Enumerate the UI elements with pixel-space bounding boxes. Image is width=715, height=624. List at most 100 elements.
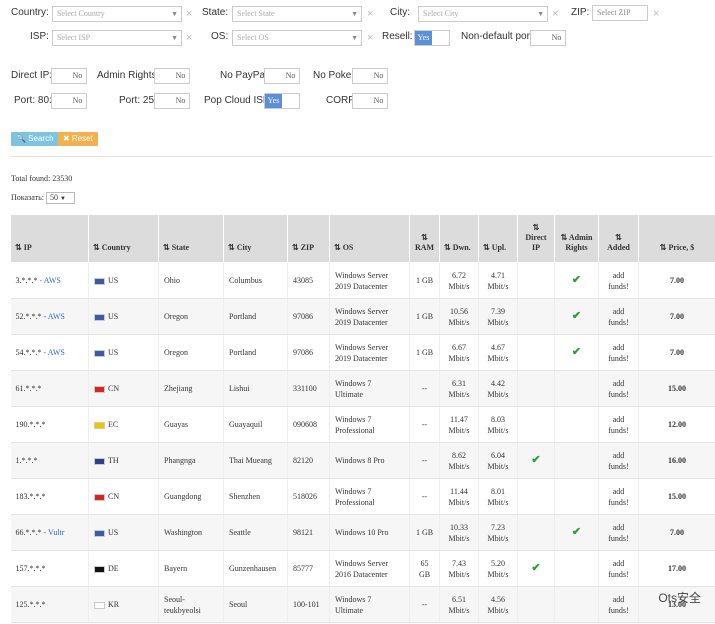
col-ip[interactable]: ⇅ IP — [10, 214, 89, 263]
price-cell[interactable]: 17.00 — [638, 550, 715, 587]
no-poker-toggle[interactable]: No — [352, 68, 388, 84]
ram-cell: -- — [409, 370, 440, 407]
clear-state-icon[interactable]: × — [367, 8, 373, 20]
isp-select[interactable]: Select ISP ▼ — [52, 30, 182, 46]
os-cell: Windows 7 Professional — [329, 478, 410, 515]
added-cell[interactable]: add funds! — [598, 370, 639, 407]
table-row[interactable]: 52.*.*.* - AWS US Oregon Portland 97086 Windo… — [10, 298, 715, 335]
city-cell: Thai Mueang — [223, 442, 288, 479]
added-cell[interactable]: add funds! — [598, 586, 639, 623]
table-row[interactable]: 157.*.*.* DE Bayern Gunzenhausen 85777 Window… — [10, 550, 715, 587]
state-select[interactable]: Select State ▼ — [232, 6, 362, 22]
state-cell: Seoul-teukbyeolsi — [158, 586, 224, 623]
zip-input[interactable]: Select ZIP — [592, 5, 648, 21]
added-cell[interactable]: add funds! — [598, 478, 639, 515]
col-upl[interactable]: ⇅ Upl. — [478, 214, 518, 263]
per-page-select[interactable]: 50 ▼ — [46, 192, 75, 204]
country-cell: DE — [88, 550, 159, 587]
table-row[interactable]: 61.*.*.* CN Zhejiang Lishui 331100 Windows 7U… — [10, 370, 715, 407]
non-default-port-toggle[interactable]: No — [530, 30, 566, 46]
admin-rights-toggle[interactable]: No — [154, 68, 190, 84]
table-row[interactable]: 1.*.*.* TH Phangnga Thai Mueang 82120 Windows… — [10, 442, 715, 479]
col-dwn[interactable]: ⇅ Dwn. — [439, 214, 479, 263]
col-admin-rights[interactable]: ⇅ Admin Rights — [554, 214, 599, 263]
price-cell[interactable]: 7.00 — [638, 334, 715, 371]
state-cell: Ohio — [158, 262, 224, 299]
country-select[interactable]: Select Country ▼ — [52, 6, 182, 22]
price-cell[interactable]: 7.00 — [638, 298, 715, 335]
added-cell[interactable]: add funds! — [598, 514, 639, 551]
isp-label: ISP: — [30, 31, 49, 42]
corp-toggle[interactable]: No — [352, 93, 388, 109]
col-price[interactable]: ⇅ Price, $ — [638, 214, 715, 263]
table-row[interactable]: 125.*.*.* KR Seoul-teukbyeolsi Seoul 100-101… — [10, 586, 715, 623]
added-cell[interactable]: add funds! — [598, 262, 639, 299]
clear-country-icon[interactable]: × — [186, 8, 192, 20]
added-cell[interactable]: add funds! — [598, 442, 639, 479]
os-select[interactable]: Select OS ▼ — [232, 30, 362, 46]
col-ram[interactable]: ⇅ RAM — [409, 214, 440, 263]
clear-os-icon[interactable]: × — [367, 32, 373, 44]
table-row[interactable]: 3.*.*.* - AWS US Ohio Columbus 43085 Windows … — [10, 262, 715, 299]
city-cell: Portland — [223, 334, 288, 371]
clear-isp-icon[interactable]: × — [186, 32, 192, 44]
upload-cell: 7.39 Mbit/s — [478, 298, 518, 335]
table-row[interactable]: 66.*.*.* - Vultr US Washington Seattle 98121… — [10, 514, 715, 551]
price-cell[interactable]: 7.00 — [638, 514, 715, 551]
download-cell: 6.67 Mbit/s — [439, 334, 479, 371]
flag-icon — [94, 493, 105, 501]
col-direct-ip[interactable]: ⇅ Direct IP — [517, 214, 555, 263]
price-cell[interactable]: 16.00 — [638, 442, 715, 479]
table-row[interactable]: 190.*.*.* EC Guayas Guayaquil 090608 Windows … — [10, 406, 715, 443]
clear-zip-icon[interactable]: × — [653, 8, 659, 20]
check-icon: ✔ — [571, 274, 582, 286]
table-row[interactable]: 54.*.*.* - AWS US Oregon Portland 97086 Windo… — [10, 334, 715, 371]
resell-toggle[interactable]: Yes — [414, 30, 450, 46]
city-cell: Gunzenhausen — [223, 550, 288, 587]
no-paypal-toggle[interactable]: No — [264, 68, 300, 84]
flag-icon — [94, 457, 105, 465]
col-country[interactable]: ⇅ Country — [88, 214, 159, 263]
col-added[interactable]: ⇅ Added — [598, 214, 639, 263]
price-cell[interactable]: 12.00 — [638, 406, 715, 443]
country-cell: EC — [88, 406, 159, 443]
reset-button[interactable]: ✖ Reset — [58, 132, 98, 146]
search-button[interactable]: 🔍 Search — [11, 132, 59, 146]
ip-cell: 157.*.*.* — [10, 550, 89, 587]
upload-cell: 6.04 Mbit/s — [478, 442, 518, 479]
port25-toggle[interactable]: No — [154, 93, 190, 109]
flag-icon — [94, 349, 105, 357]
upload-cell: 8.03 Mbit/s — [478, 406, 518, 443]
ip-cell: 54.*.*.* - AWS — [10, 334, 89, 371]
added-cell[interactable]: add funds! — [598, 406, 639, 443]
added-cell[interactable]: add funds! — [598, 334, 639, 371]
direct-ip-cell — [517, 298, 555, 335]
city-cell: Shenzhen — [223, 478, 288, 515]
port80-value: No — [72, 96, 83, 105]
ip-cell: 125.*.*.* — [10, 586, 89, 623]
zip-cell: 518026 — [287, 478, 330, 515]
price-cell[interactable]: 15.00 — [638, 370, 715, 407]
admin-rights-cell — [554, 550, 599, 587]
zip-cell: 331100 — [287, 370, 330, 407]
table-row[interactable]: 183.*.*.* CN Guangdong Shenzhen 518026 Window… — [10, 478, 715, 515]
added-cell[interactable]: add funds! — [598, 550, 639, 587]
col-state[interactable]: ⇅ State — [158, 214, 224, 263]
city-select[interactable]: Select City ▼ — [418, 6, 548, 22]
col-os[interactable]: ⇅ OS — [329, 214, 410, 263]
zip-cell: 97086 — [287, 298, 330, 335]
direct-ip-label: Direct IP: — [11, 70, 53, 81]
col-zip[interactable]: ⇅ ZIP — [287, 214, 330, 263]
os-cell: Windows Server 2016 Datacenter — [329, 550, 410, 587]
chevron-down-icon: ▼ — [351, 34, 358, 42]
direct-ip-toggle[interactable]: No — [51, 68, 87, 84]
added-cell[interactable]: add funds! — [598, 298, 639, 335]
pop-cloud-isp-toggle[interactable]: Yes — [264, 93, 300, 109]
price-cell[interactable]: 15.00 — [638, 478, 715, 515]
pop-cloud-isp-value: Yes — [265, 94, 282, 108]
clear-city-icon[interactable]: × — [552, 8, 558, 20]
price-cell[interactable]: 7.00 — [638, 262, 715, 299]
port80-toggle[interactable]: No — [51, 93, 87, 109]
col-city[interactable]: ⇅ City — [223, 214, 288, 263]
state-cell: Guangdong — [158, 478, 224, 515]
